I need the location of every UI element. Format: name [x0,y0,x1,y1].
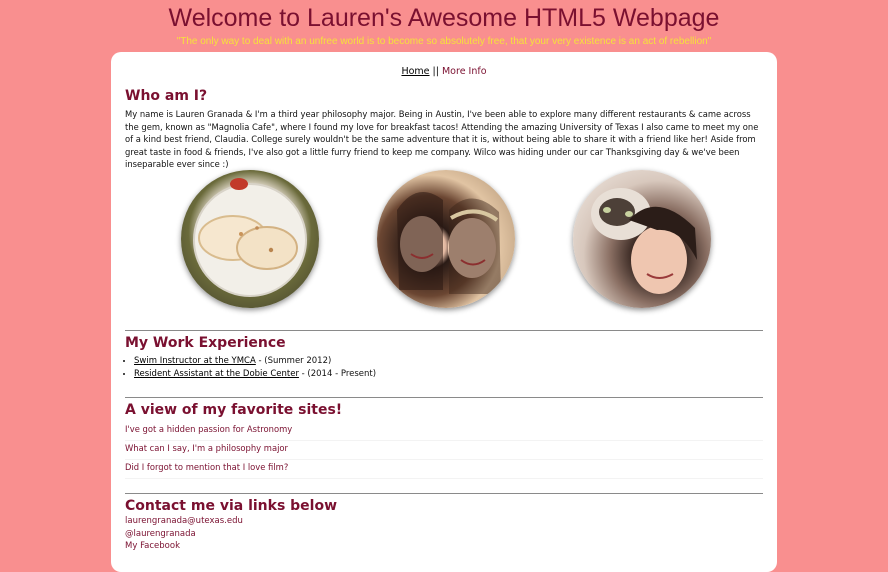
work-item-link[interactable]: Resident Assistant at the Dobie Center [134,369,299,379]
nav-bar: Home || More Info [111,66,777,77]
photo-gallery [111,170,777,310]
work-item-detail: - (Summer 2012) [255,356,332,366]
header-quote: "The only way to deal with an unfree wor… [176,36,712,47]
nav-more-info-link[interactable]: More Info [442,66,487,77]
divider-3 [125,493,763,494]
work-list: Swim Instructor at the YMCA - (Summer 20… [125,355,763,380]
photo-best-friend [377,170,515,308]
divider-1 [125,330,763,331]
about-heading: Who am I? [125,88,208,104]
divider-2 [125,397,763,398]
contact-twitter-link[interactable]: @laurengranada [125,528,763,541]
contact-facebook-link[interactable]: My Facebook [125,540,763,553]
photo-breakfast-tacos [181,170,319,308]
nav-home-link[interactable]: Home [401,66,429,77]
contact-heading: Contact me via links below [125,498,338,514]
sites-heading: A view of my favorite sites! [125,402,343,418]
content-card: Home || More Info Who am I? My name is L… [111,52,777,572]
site-link-film[interactable]: Did I forgot to mention that I love film… [125,460,763,479]
work-heading: My Work Experience [125,335,286,351]
nav-separator: || [432,66,439,77]
work-section: My Work Experience Swim Instructor at th… [125,335,763,380]
site-link-philosophy[interactable]: What can I say, I'm a philosophy major [125,441,763,460]
work-item: Swim Instructor at the YMCA - (Summer 20… [134,355,763,368]
work-item-detail: - (2014 - Present) [298,368,377,379]
sites-section: A view of my favorite sites! I've got a … [125,402,763,479]
about-section: Who am I? My name is Lauren Granada & I'… [125,88,763,171]
photo-with-cat [573,170,711,308]
site-link-astronomy[interactable]: I've got a hidden passion for Astronomy [125,422,763,441]
work-item-link[interactable]: Swim Instructor at the YMCA [134,356,256,366]
contact-section: Contact me via links below laurengranada… [125,498,763,553]
about-text: My name is Lauren Granada & I'm a third … [125,109,759,169]
work-item: Resident Assistant at the Dobie Center -… [134,368,763,381]
contact-email-link[interactable]: laurengranada@utexas.edu [125,515,763,528]
page-title: Welcome to Lauren's Awesome HTML5 Webpag… [168,4,720,32]
